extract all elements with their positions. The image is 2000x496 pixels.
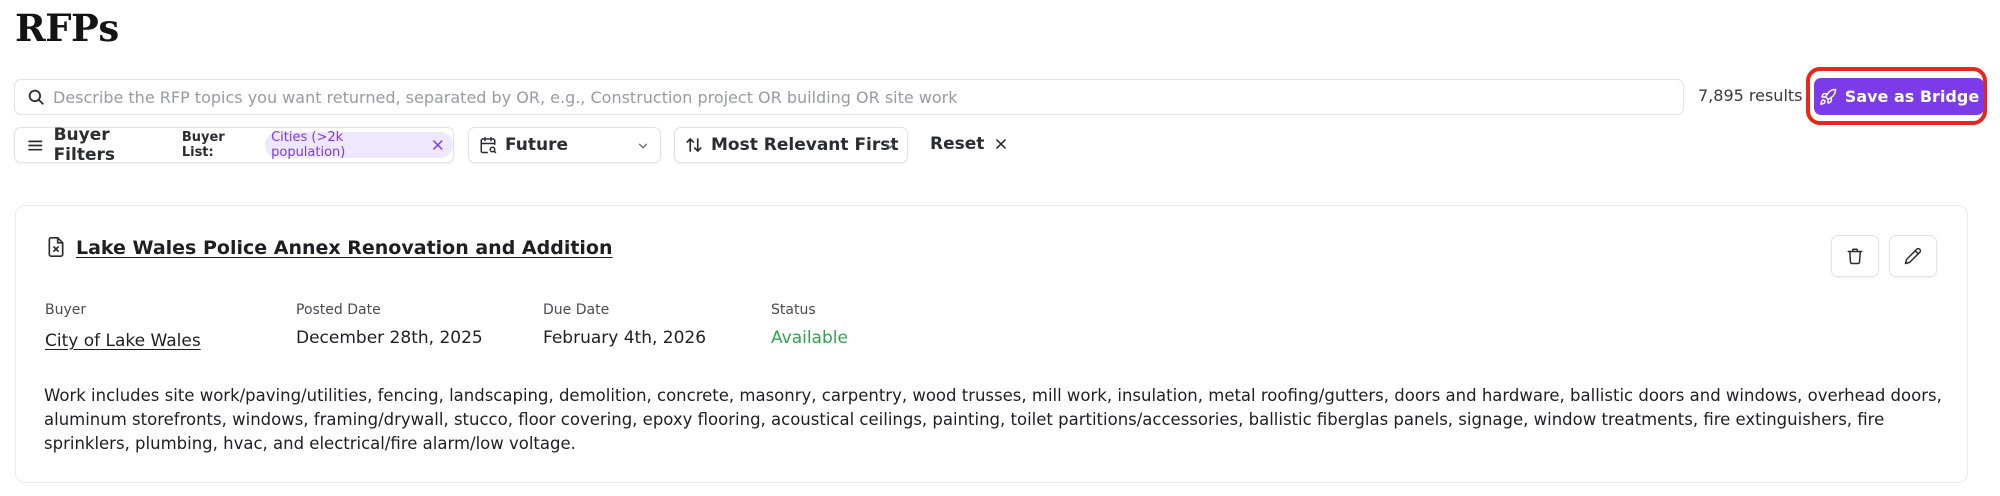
document-x-icon: [48, 236, 64, 257]
timeframe-select[interactable]: Future: [468, 127, 661, 163]
search-input[interactable]: [53, 87, 1673, 107]
buyer-filters-button[interactable]: Buyer Filters Buyer List: Cities (>2k po…: [14, 125, 454, 165]
menu-lines-icon: [28, 140, 43, 150]
delete-button[interactable]: [1831, 235, 1879, 277]
rfp-card: Lake Wales Police Annex Renovation and A…: [15, 205, 1968, 483]
sort-arrows-icon: [686, 138, 702, 152]
rfp-description: Work includes site work/paving/utilities…: [44, 386, 1942, 453]
calendar-search-icon: [480, 136, 497, 154]
posted-date-value: December 28th, 2025: [296, 328, 483, 348]
pencil-icon: [1904, 247, 1922, 265]
posted-date-label: Posted Date: [296, 302, 381, 318]
reset-label: Reset: [930, 134, 985, 154]
timeframe-label: Future: [505, 135, 569, 155]
chevron-down-icon: [638, 143, 648, 149]
buyer-label: Buyer: [45, 302, 87, 318]
buyer-list-chip-label: Cities (>2k population): [271, 130, 346, 160]
search-icon: [28, 89, 44, 105]
edit-button[interactable]: [1889, 235, 1937, 277]
due-date-value: February 4th, 2026: [543, 328, 707, 348]
sort-select[interactable]: Most Relevant First: [674, 127, 908, 163]
chevron-down-icon: [885, 143, 895, 149]
buyer-link[interactable]: City of Lake Wales: [45, 331, 201, 351]
results-count: 7,895 results: [1698, 86, 1803, 105]
buyer-list-label: Buyer List:: [181, 130, 225, 160]
reset-button[interactable]: Reset: [930, 134, 1008, 154]
sort-label: Most Relevant First: [711, 135, 899, 155]
buyer-filters-label: Buyer Filters: [53, 125, 115, 165]
rfp-title-link[interactable]: Lake Wales Police Annex Renovation and A…: [76, 237, 613, 259]
close-icon[interactable]: [431, 138, 445, 152]
rocket-icon: [1819, 88, 1837, 105]
due-date-label: Due Date: [543, 302, 610, 318]
status-badge: Available: [771, 328, 848, 348]
close-icon: [996, 139, 1007, 149]
status-label: Status: [771, 302, 816, 318]
save-as-bridge-label: Save as Bridge: [1844, 87, 1980, 106]
page-title: RFPs: [15, 6, 119, 50]
save-as-bridge-button[interactable]: Save as Bridge: [1814, 78, 1984, 115]
buyer-list-chip[interactable]: Cities (>2k population): [265, 130, 454, 160]
search-bar[interactable]: [14, 79, 1684, 115]
trash-icon: [1847, 248, 1863, 265]
